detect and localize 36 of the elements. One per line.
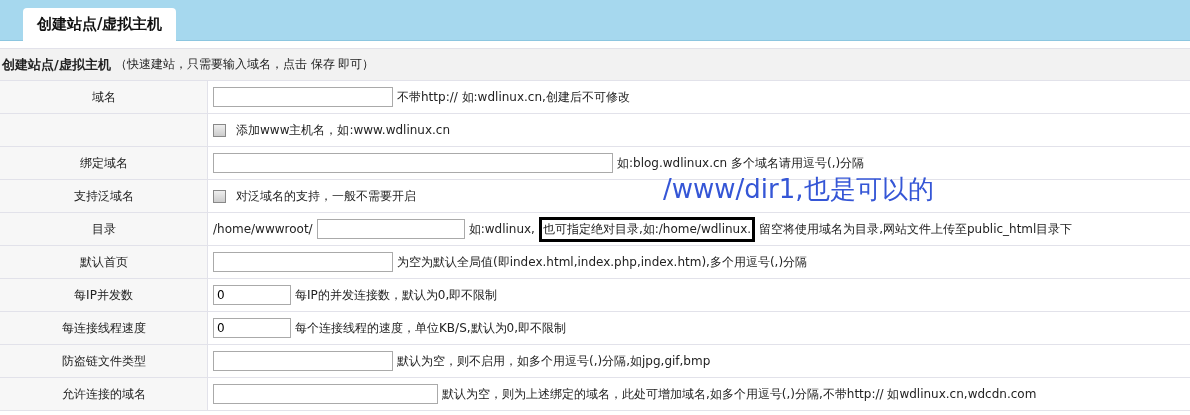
highlighted-hint: 也可指定绝对目录,如:/home/wdlinux. [538, 216, 756, 242]
field-label: 支持泛域名 [0, 180, 208, 212]
field-hint: 添加www主机名，如:www.wdlinux.cn [236, 121, 451, 139]
form-title: 创建站点/虚拟主机 [2, 55, 111, 74]
field-hint: 如:wdlinux, [468, 220, 535, 238]
field-label: 防盗链文件类型 [0, 345, 208, 377]
input-field[interactable] [213, 153, 613, 173]
annotation-text: /www/dir1,也是可以的 [663, 173, 934, 206]
field-hint: 对泛域名的支持，一般不需要开启 [236, 187, 416, 205]
field-label: 每连接线程速度 [0, 312, 208, 344]
input-field[interactable] [213, 351, 393, 371]
input-field[interactable] [213, 87, 393, 107]
field-hint: 如:blog.wdlinux.cn 多个域名请用逗号(,)分隔 [617, 154, 865, 172]
input-field[interactable]: 0 [213, 285, 291, 305]
tab[interactable]: 创建站点/虚拟主机 [23, 8, 177, 41]
field-hint: 默认为空，则不启用，如多个用逗号(,)分隔,如jpg,gif,bmp [397, 352, 711, 370]
field-label: 默认首页 [0, 246, 208, 278]
field-hint: 默认为空，则为上述绑定的域名，此处可增加域名,如多个用逗号(,)分隔,不带http:// 如wdlinux.cn,wdcdn.com [442, 385, 1037, 403]
input-field[interactable] [213, 384, 438, 404]
path-prefix: /home/wwwroot/ [213, 222, 313, 236]
input-field[interactable] [316, 219, 465, 239]
field-hint: 每IP的并发连接数，默认为0,即不限制 [295, 286, 498, 304]
field-label: 每IP并发数 [0, 279, 208, 311]
field-hint: 每个连接线程的速度，单位KB/S,默认为0,即不限制 [295, 319, 567, 337]
field-label: 绑定域名 [0, 147, 208, 179]
checkbox[interactable] [213, 123, 226, 137]
checkbox[interactable] [213, 189, 226, 203]
input-field[interactable] [213, 252, 393, 272]
field-hint: 留空将使用域名为目录,网站文件上传至public_html目录下 [759, 220, 1073, 238]
form-subtitle: （快速建站，只需要输入域名，点击 保存 即可） [114, 56, 375, 73]
field-label: 目录 [0, 213, 208, 245]
field-label: 允许连接的域名 [0, 378, 208, 410]
field-hint: 不带http:// 如:wdlinux.cn,创建后不可修改 [397, 88, 630, 106]
field-hint: 为空为默认全局值(即index.html,index.php,index.htm),多个用逗号(,)分隔 [397, 253, 808, 271]
field-label: 域名 [0, 81, 208, 113]
input-field[interactable]: 0 [213, 318, 291, 338]
